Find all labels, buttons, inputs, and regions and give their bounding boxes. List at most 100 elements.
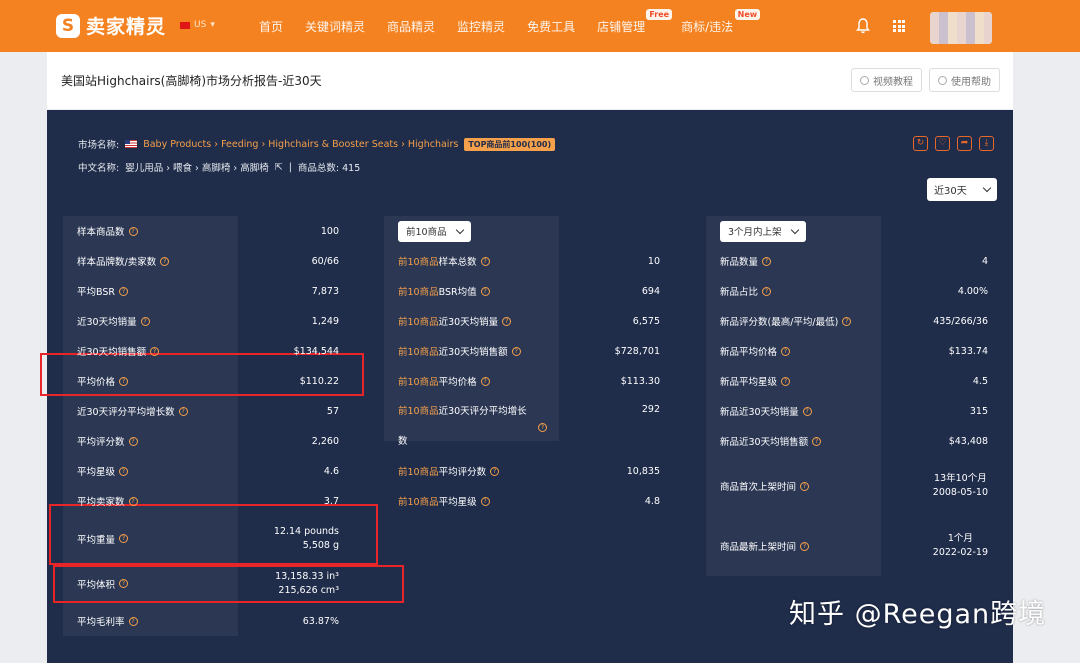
external-link-icon[interactable]: ⇱	[275, 162, 283, 173]
stat-label-text: 近30天评分平均增长	[438, 406, 527, 417]
nav-item-free-tools[interactable]: 免费工具	[516, 18, 586, 35]
stat-label: 平均价格?	[77, 374, 129, 388]
avatar[interactable]	[930, 12, 992, 44]
help-icon[interactable]: ?	[511, 346, 521, 356]
logo-text: 卖家精灵	[86, 16, 167, 38]
stat-row: 前10商品 平均星级? 4.8	[384, 486, 669, 516]
stat-label: 平均体积?	[77, 577, 129, 591]
help-icon[interactable]: ?	[118, 286, 128, 296]
stat-value: 10,835	[626, 465, 660, 477]
help-icon[interactable]: ?	[480, 376, 490, 386]
help-icon[interactable]: ?	[538, 422, 547, 432]
new-products-select[interactable]: 3个月内上架	[720, 220, 806, 242]
help-icon[interactable]: ?	[119, 376, 129, 386]
total-products: 商品总数: 415	[297, 163, 361, 174]
stat-value: 10	[647, 255, 660, 267]
stat-label-text: 平均评分数	[77, 437, 125, 448]
logo[interactable]: S 卖家精灵	[56, 12, 166, 39]
stat-label: 平均卖家数?	[77, 494, 138, 508]
help-icon[interactable]: ?	[128, 226, 138, 236]
help-button[interactable]: 使用帮助	[929, 68, 1000, 92]
help-icon[interactable]: ?	[160, 256, 170, 266]
bell-icon[interactable]	[856, 18, 870, 34]
top10-select-value: 前10商品	[406, 227, 447, 238]
help-icon[interactable]: ?	[812, 436, 822, 446]
stat-label: 平均星级?	[77, 464, 129, 478]
help-icon[interactable]: ?	[119, 534, 129, 543]
stat-label-text: 平均体积	[77, 579, 116, 591]
help-icon[interactable]: ?	[762, 286, 772, 296]
help-label: 使用帮助	[951, 76, 991, 88]
stat-label: 商品最新上架时间?	[720, 539, 810, 553]
stat-value: 1个月 2022-02-19	[933, 532, 988, 560]
help-icon[interactable]: ?	[800, 481, 810, 491]
help-icon[interactable]: ?	[480, 286, 490, 296]
favorite-icon[interactable]: ♡	[935, 136, 950, 151]
stat-value: 315	[969, 405, 988, 417]
top10-select[interactable]: 前10商品	[398, 220, 471, 242]
stat-value: 12.14 pounds 5,508 g	[274, 525, 339, 553]
stat-label-text: 近30天均销售额	[438, 347, 508, 358]
period-select[interactable]: 近30天	[927, 178, 997, 201]
stat-row-growth: 前10商品近30天评分平均增长? 数 292	[384, 396, 669, 456]
stat-value: 4.8	[644, 495, 660, 507]
help-icon[interactable]: ?	[781, 376, 791, 386]
stat-value: 57	[326, 405, 339, 417]
help-icon[interactable]: ?	[128, 436, 138, 446]
stat-label-text: 平均卖家数	[77, 497, 125, 508]
stat-label: 近30天评分平均增长数?	[77, 404, 188, 418]
apps-grid-icon[interactable]	[893, 20, 905, 32]
chevron-down-icon: ▾	[210, 20, 215, 30]
stat-label-text: 平均价格	[438, 377, 477, 388]
help-icon[interactable]: ?	[842, 316, 852, 326]
help-icon[interactable]: ?	[490, 466, 500, 476]
stat-label: 近30天均销售额?	[77, 344, 160, 358]
top10-prefix: 前10商品	[398, 377, 439, 388]
help-icon[interactable]: ?	[150, 346, 160, 356]
category-path[interactable]: Baby Products › Feeding › Highchairs & B…	[143, 139, 458, 150]
refresh-icon[interactable]: ↻	[913, 136, 928, 151]
stat-label: 新品平均星级?	[720, 374, 791, 388]
nav-item-keyword[interactable]: 关键词精灵	[294, 18, 376, 35]
first-listed-duration: 13年10个月	[934, 473, 987, 484]
nav-item-product[interactable]: 商品精灵	[376, 18, 446, 35]
stat-label: 新品评分数(最高/平均/最低)?	[720, 314, 852, 328]
nav-item-home[interactable]: 首页	[248, 18, 294, 35]
help-icon	[938, 75, 947, 85]
help-icon[interactable]: ?	[480, 496, 490, 506]
stat-label: 商品首次上架时间?	[720, 479, 810, 493]
stat-label-text: 新品近30天均销量	[720, 407, 799, 418]
help-icon[interactable]: ?	[480, 256, 490, 266]
region-selector[interactable]: US ▾	[180, 20, 215, 30]
latest-listed-duration: 1个月	[947, 533, 973, 544]
help-icon[interactable]: ?	[128, 496, 138, 506]
nav-item-monitor[interactable]: 监控精灵	[446, 18, 516, 35]
us-flag-icon	[125, 140, 138, 148]
stat-value: 3.7	[323, 495, 339, 507]
help-icon[interactable]: ?	[502, 316, 512, 326]
help-icon[interactable]: ?	[128, 616, 138, 626]
stat-value: $43,408	[948, 435, 988, 447]
nav-label: 店铺管理	[597, 19, 646, 34]
help-icon[interactable]: ?	[119, 466, 129, 476]
help-icon[interactable]: ?	[762, 256, 772, 266]
report-header: 美国站Highchairs(高脚椅)市场分析报告-近30天 视频教程 使用帮助	[47, 52, 1013, 109]
label-column-bg	[706, 216, 881, 576]
nav-label: 免费工具	[527, 19, 576, 34]
video-tutorial-button[interactable]: 视频教程	[851, 68, 922, 92]
help-icon[interactable]: ?	[140, 316, 150, 326]
top10-prefix: 前10商品	[398, 497, 439, 508]
nav-item-store[interactable]: 店铺管理 Free	[586, 8, 673, 35]
help-icon[interactable]: ?	[802, 406, 812, 416]
help-icon[interactable]: ?	[800, 541, 810, 551]
download-icon[interactable]: ⤓	[979, 136, 994, 151]
help-icon[interactable]: ?	[119, 579, 129, 588]
share-icon[interactable]: ➦	[957, 136, 972, 151]
stat-label: 平均重量?	[77, 532, 129, 546]
stat-label-text: 样本商品数	[77, 227, 125, 238]
stat-label: 前10商品近30天评分平均增长? 数	[398, 404, 547, 449]
help-icon[interactable]: ?	[781, 346, 791, 356]
nav-item-trademark[interactable]: 商标/违法 New	[670, 8, 761, 35]
stat-label-text: 平均毛利率	[77, 617, 125, 628]
help-icon[interactable]: ?	[178, 406, 188, 416]
